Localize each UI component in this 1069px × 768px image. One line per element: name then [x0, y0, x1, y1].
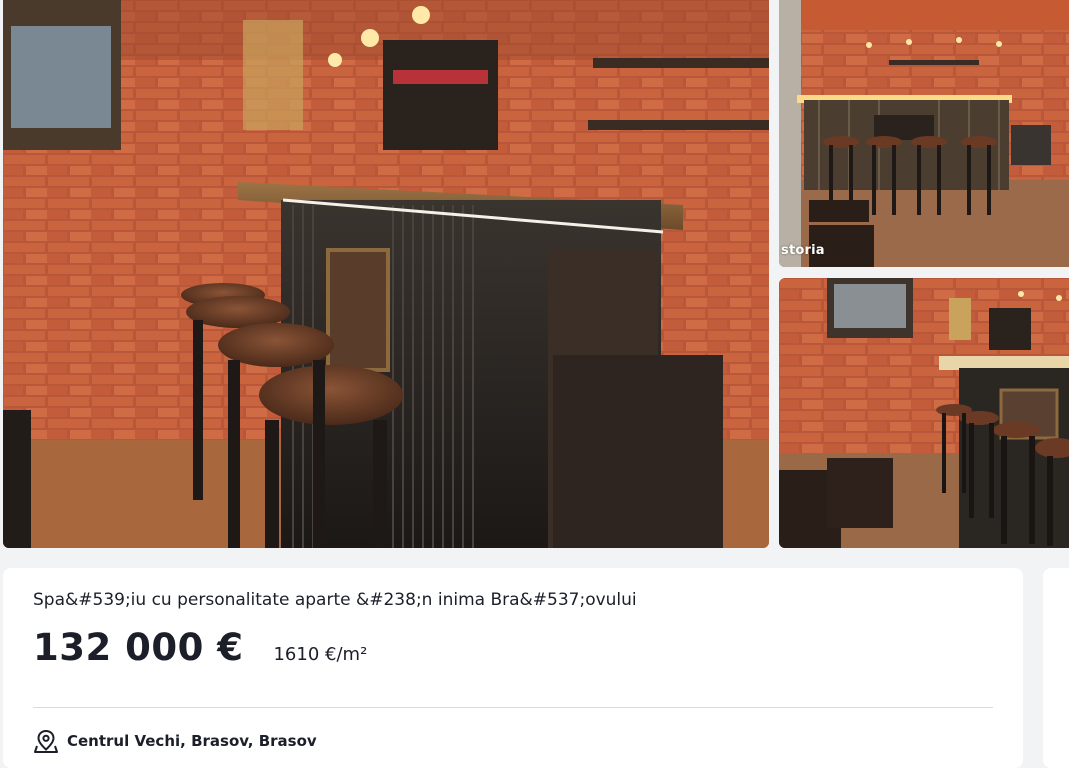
main-photo[interactable] — [3, 0, 769, 548]
bar-interior-image — [3, 0, 769, 548]
storia-watermark: storia — [781, 243, 825, 258]
price-row: 132 000 € 1610 €/m² — [33, 626, 367, 669]
bar-corner-image — [779, 278, 1069, 548]
location-text[interactable]: Centrul Vechi, Brasov, Brasov — [67, 732, 317, 750]
side-photo-2[interactable] — [779, 278, 1069, 548]
photo-gallery: storia — [0, 0, 1069, 560]
map-pin-icon — [33, 728, 59, 754]
side-photo-1[interactable]: storia — [779, 0, 1069, 267]
contact-card-edge — [1043, 568, 1069, 768]
price-per-sqm: 1610 €/m² — [273, 644, 368, 665]
location-link[interactable]: Centrul Vechi, Brasov, Brasov — [33, 728, 317, 754]
bar-overview-image — [779, 0, 1069, 267]
listing-summary-card: Spa&#539;iu cu personalitate aparte &#23… — [3, 568, 1023, 768]
listing-title: Spa&#539;iu cu personalitate aparte &#23… — [33, 590, 637, 610]
divider — [33, 707, 993, 708]
listing-price: 132 000 € — [33, 626, 244, 669]
